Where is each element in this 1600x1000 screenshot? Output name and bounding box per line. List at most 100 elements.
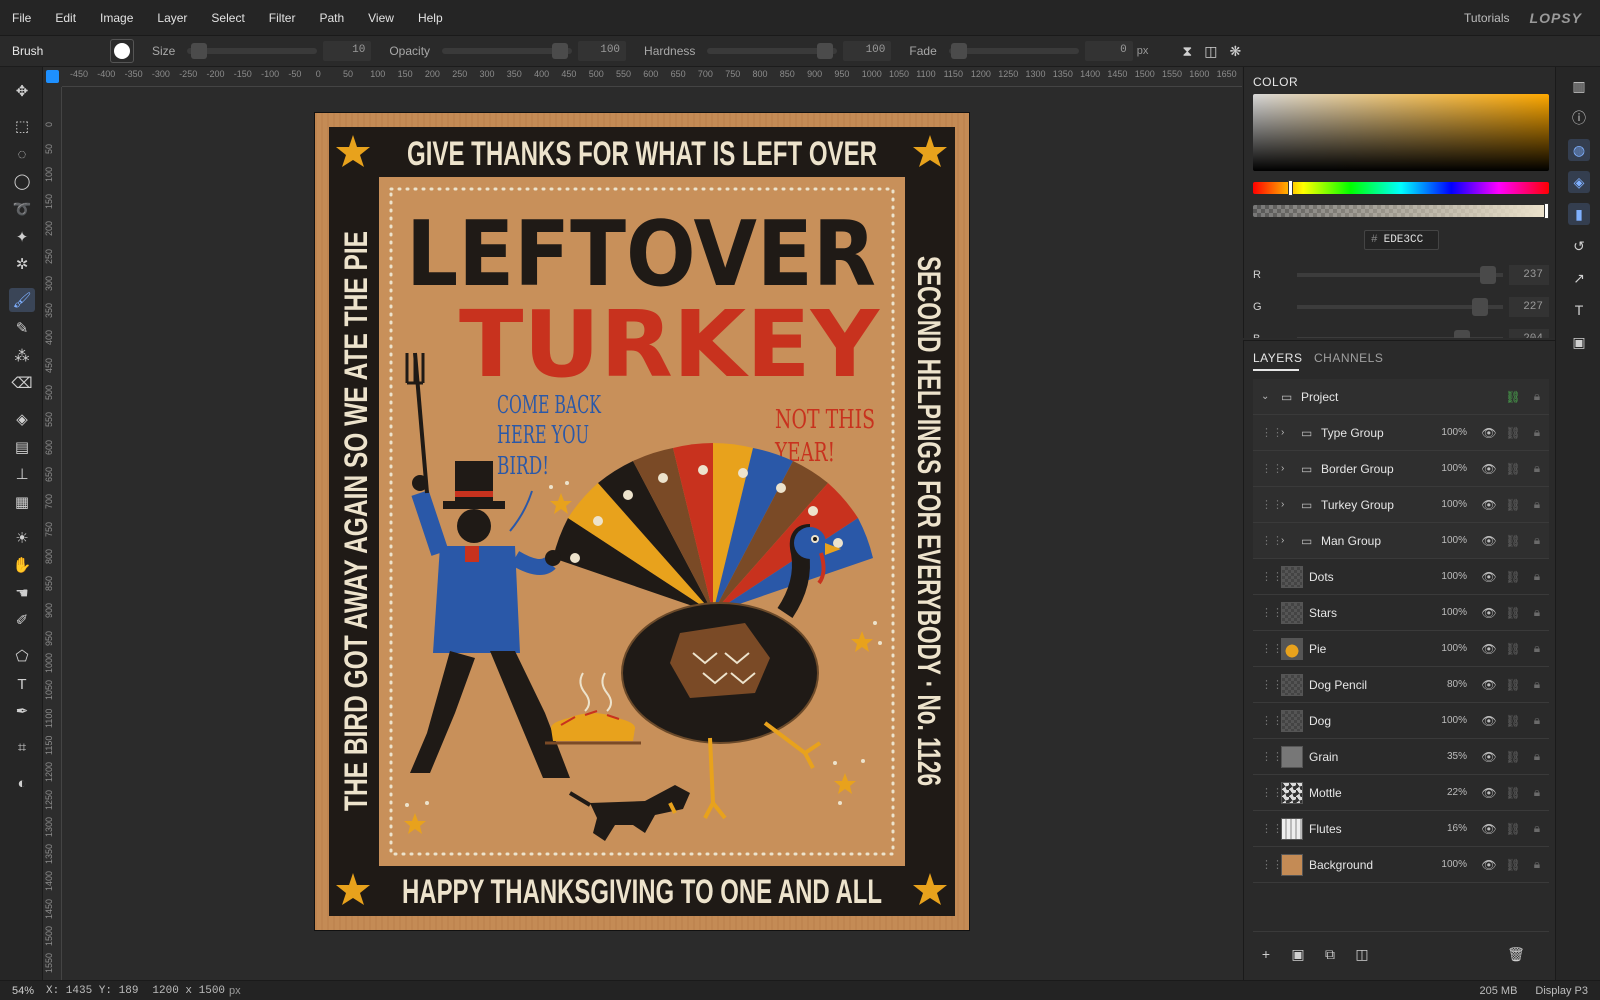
text-tool-icon[interactable]: T bbox=[9, 672, 35, 696]
link-icon[interactable]: ⛓ bbox=[1501, 678, 1525, 692]
canvas-area[interactable]: GIVE THANKS FOR WHAT IS LEFT OVER HAPPY … bbox=[62, 87, 1242, 980]
spray-tool-icon[interactable]: ⁂ bbox=[9, 344, 35, 368]
menu-layer[interactable]: Layer bbox=[145, 11, 199, 25]
layer-row[interactable]: ⋮⋮ Background 100% 👁︎ ⛓ 🔒︎ bbox=[1253, 847, 1549, 883]
layer-row[interactable]: ⋮⋮ Flutes 16% 👁︎ ⛓ 🔒︎ bbox=[1253, 811, 1549, 847]
layer-opacity[interactable]: 100% bbox=[1433, 463, 1467, 474]
eyedropper-tool-icon[interactable]: ✐ bbox=[9, 608, 35, 632]
visibility-eye-icon[interactable]: 👁︎ bbox=[1477, 714, 1501, 728]
opacity-slider[interactable] bbox=[442, 43, 573, 59]
drag-handle-icon[interactable]: ⋮⋮ bbox=[1261, 570, 1283, 583]
drag-handle-icon[interactable]: ⋮⋮ bbox=[1261, 750, 1283, 763]
channel-slider-g[interactable] bbox=[1297, 298, 1503, 316]
menu-file[interactable]: File bbox=[0, 11, 43, 25]
pressure-icon[interactable]: ⧗ bbox=[1182, 43, 1192, 60]
rect-select-tool-icon[interactable]: ⬚ bbox=[9, 114, 35, 138]
visibility-eye-icon[interactable]: 👁︎ bbox=[1477, 426, 1501, 440]
hue-slider-knob[interactable] bbox=[1288, 180, 1293, 196]
hardness-slider-knob[interactable] bbox=[817, 43, 834, 59]
channels-icon[interactable]: ▮ bbox=[1568, 203, 1590, 225]
layer-row[interactable]: ⋮⋮ Grain 35% 👁︎ ⛓ 🔒︎ bbox=[1253, 739, 1549, 775]
delete-layer-icon[interactable]: 🗑︎ bbox=[1506, 944, 1526, 964]
link-icon[interactable]: ⛓ bbox=[1501, 606, 1525, 620]
link-icon[interactable]: ⛓ bbox=[1501, 858, 1525, 872]
lock-icon[interactable]: 🔒︎ bbox=[1525, 785, 1549, 800]
drag-handle-icon[interactable]: ⋮⋮ bbox=[1261, 642, 1283, 655]
layer-opacity[interactable]: 100% bbox=[1433, 571, 1467, 582]
drag-handle-icon[interactable]: ⋮⋮ bbox=[1261, 786, 1283, 799]
channel-slider-r[interactable] bbox=[1297, 266, 1503, 284]
expand-chevron-icon[interactable]: › bbox=[1281, 463, 1295, 474]
layer-group-row[interactable]: ⋮⋮ › ▭ Man Group 100% 👁︎ ⛓ 🔒︎ bbox=[1253, 523, 1549, 559]
drag-handle-icon[interactable]: ⋮⋮ bbox=[1261, 462, 1283, 475]
hue-slider[interactable] bbox=[1253, 180, 1549, 196]
lock-icon[interactable]: 🔒︎ bbox=[1525, 605, 1549, 620]
layer-row[interactable]: ⋮⋮ Dog Pencil 80% 👁︎ ⛓ 🔒︎ bbox=[1253, 667, 1549, 703]
magic-wand-tool-icon[interactable]: ✦ bbox=[9, 225, 35, 249]
menu-image[interactable]: Image bbox=[88, 11, 145, 25]
fade-input[interactable]: 0 bbox=[1084, 41, 1133, 61]
link-icon[interactable]: ⛓ bbox=[1501, 498, 1525, 512]
lock-icon[interactable]: 🔒︎ bbox=[1525, 749, 1549, 764]
document-canvas[interactable]: GIVE THANKS FOR WHAT IS LEFT OVER HAPPY … bbox=[315, 113, 969, 930]
add-layer-icon[interactable]: + bbox=[1256, 944, 1276, 964]
tab-channels[interactable]: CHANNELS bbox=[1314, 351, 1383, 365]
link-icon[interactable]: ⛓ bbox=[1501, 714, 1525, 728]
fade-slider-knob[interactable] bbox=[950, 43, 967, 59]
channel-slider-knob[interactable] bbox=[1453, 330, 1470, 338]
link-icon[interactable]: ⛓ bbox=[1501, 426, 1525, 440]
layer-group-row[interactable]: ⋮⋮ › ▭ Type Group 100% 👁︎ ⛓ 🔒︎ bbox=[1253, 415, 1549, 451]
layer-opacity[interactable]: 100% bbox=[1433, 607, 1467, 618]
drag-handle-icon[interactable]: ⋮⋮ bbox=[1261, 858, 1283, 871]
size-slider-knob[interactable] bbox=[191, 43, 208, 59]
pen-tool-icon[interactable]: ✒ bbox=[9, 699, 35, 723]
menu-filter[interactable]: Filter bbox=[257, 11, 308, 25]
layer-opacity[interactable]: 80% bbox=[1433, 679, 1467, 690]
layer-opacity[interactable]: 100% bbox=[1433, 643, 1467, 654]
link-icon[interactable]: ⛓ bbox=[1501, 570, 1525, 584]
lock-icon[interactable]: 🔒︎ bbox=[1525, 569, 1549, 584]
drag-handle-icon[interactable]: ⋮⋮ bbox=[1261, 426, 1283, 439]
crop-tool-icon[interactable]: ⌗ bbox=[9, 735, 35, 759]
layers-icon[interactable]: ◈ bbox=[1568, 171, 1590, 193]
mask-toggle-icon[interactable]: ◐ bbox=[9, 771, 35, 795]
alpha-slider[interactable] bbox=[1253, 203, 1549, 219]
expand-chevron-icon[interactable]: › bbox=[1281, 427, 1295, 438]
expand-chevron-icon[interactable]: › bbox=[1281, 535, 1295, 546]
shape-tool-icon[interactable]: ⬠ bbox=[9, 644, 35, 668]
lock-icon[interactable]: 🔒︎ bbox=[1525, 389, 1549, 404]
hardness-input[interactable]: 100 bbox=[843, 41, 892, 61]
duplicate-layer-icon[interactable]: ⧉ bbox=[1320, 944, 1340, 964]
character-icon[interactable]: T bbox=[1568, 299, 1590, 321]
tutorials-link[interactable]: Tutorials bbox=[1452, 11, 1530, 25]
layer-group-row[interactable]: ⋮⋮ › ▭ Turkey Group 100% 👁︎ ⛓ 🔒︎ bbox=[1253, 487, 1549, 523]
link-icon[interactable]: ⛓ bbox=[1501, 750, 1525, 764]
channel-input-r[interactable]: 237 bbox=[1509, 265, 1549, 285]
layer-row[interactable]: ⋮⋮ Dots 100% 👁︎ ⛓ 🔒︎ bbox=[1253, 559, 1549, 595]
eraser-tool-icon[interactable]: ⌫ bbox=[9, 371, 35, 395]
lock-icon[interactable]: 🔒︎ bbox=[1525, 821, 1549, 836]
pencil-tool-icon[interactable]: ✎ bbox=[9, 316, 35, 340]
channel-slider-knob[interactable] bbox=[1472, 298, 1489, 316]
layer-opacity[interactable]: 100% bbox=[1433, 535, 1467, 546]
menu-path[interactable]: Path bbox=[307, 11, 356, 25]
drag-handle-icon[interactable]: ⋮⋮ bbox=[1261, 678, 1283, 691]
visibility-eye-icon[interactable]: 👁︎ bbox=[1477, 822, 1501, 836]
layer-row[interactable]: ⋮⋮ Stars 100% 👁︎ ⛓ 🔒︎ bbox=[1253, 595, 1549, 631]
lock-icon[interactable]: 🔒︎ bbox=[1525, 425, 1549, 440]
layer-opacity[interactable]: 100% bbox=[1433, 427, 1467, 438]
smudge-tool-icon[interactable]: ✋ bbox=[9, 553, 35, 577]
layer-opacity[interactable]: 100% bbox=[1433, 715, 1467, 726]
add-group-icon[interactable]: ▣ bbox=[1288, 944, 1308, 964]
channel-input-g[interactable]: 227 bbox=[1509, 297, 1549, 317]
drag-handle-icon[interactable]: ⋮⋮ bbox=[1261, 606, 1283, 619]
layer-row-project[interactable]: ⌄ ▭ Project ⛓ 🔒︎ bbox=[1253, 379, 1549, 415]
mask-layer-icon[interactable]: ◫ bbox=[1352, 944, 1372, 964]
layer-row[interactable]: ⋮⋮ Mottle 22% 👁︎ ⛓ 🔒︎ bbox=[1253, 775, 1549, 811]
size-input[interactable]: 10 bbox=[323, 41, 372, 61]
dodge-tool-icon[interactable]: ☀ bbox=[9, 526, 35, 550]
layer-opacity[interactable]: 22% bbox=[1433, 787, 1467, 798]
alpha-slider-knob[interactable] bbox=[1544, 203, 1549, 219]
brush-preview[interactable] bbox=[110, 39, 134, 63]
visibility-eye-icon[interactable]: 👁︎ bbox=[1477, 642, 1501, 656]
